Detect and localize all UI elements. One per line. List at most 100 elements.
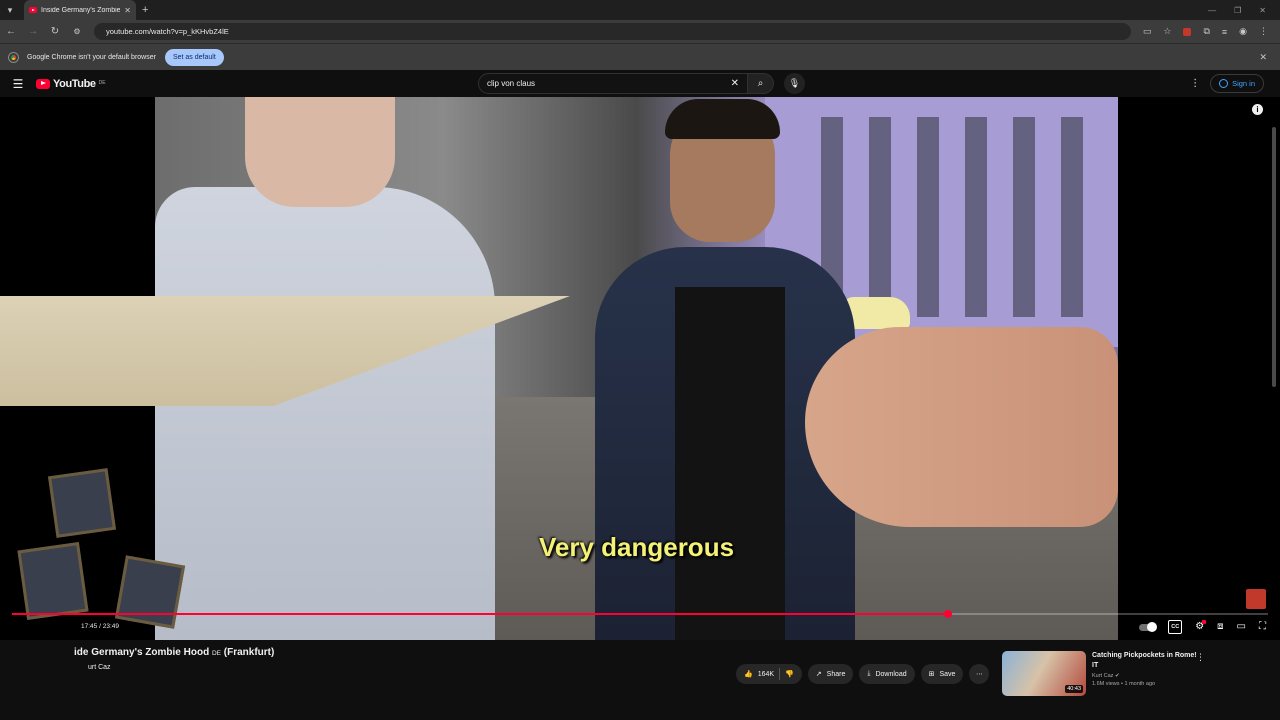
back-icon[interactable]: ← — [6, 26, 16, 37]
browser-tab[interactable]: Inside Germany's Zombie Hood ✕ — [24, 0, 136, 20]
profile-icon[interactable]: ◉ — [1239, 26, 1247, 37]
search-icon: ⌕ — [757, 78, 764, 89]
bookmark-star-icon[interactable]: ☆ — [1163, 26, 1171, 37]
toolbar-actions: ▭ ☆ ⧉ ≡ ◉ ⋮ — [1143, 26, 1274, 37]
more-actions-button[interactable]: ⋯ — [969, 664, 990, 684]
address-bar-url: youtube.com/watch?v=p_kKHvbZ4lE — [106, 27, 229, 36]
download-button[interactable]: ⤓ Download — [859, 664, 915, 684]
youtube-wordmark: YouTube — [53, 77, 96, 90]
sign-in-label: Sign in — [1232, 79, 1255, 88]
glitch-frame — [17, 542, 89, 620]
thumbs-up-icon: 👍 — [744, 671, 753, 678]
scene-pointing-hand — [805, 327, 1118, 527]
youtube-play-logo-icon — [36, 78, 50, 89]
browser-toolbar: ← → ↻ ⚙ youtube.com/watch?v=p_kKHvbZ4lE … — [0, 20, 1280, 43]
account-icon — [1219, 79, 1229, 88]
video-actions: 👍 164K 👎 ↗ Share ⤓ Download ⊞ Save ⋯ — [736, 664, 990, 684]
miniplayer-icon[interactable]: ⧈ — [1217, 621, 1223, 633]
download-icon: ⤓ — [867, 670, 871, 677]
video-title-text: ide Germany's Zombie Hood — [74, 647, 210, 658]
search-input[interactable] — [487, 79, 731, 88]
browser-tab-strip: ▾ Inside Germany's Zombie Hood ✕ + — ❐ ✕ — [0, 0, 1280, 20]
infobar-close-icon[interactable]: ✕ — [1259, 52, 1271, 63]
new-tab-icon[interactable]: + — [142, 4, 148, 16]
duration: 23:49 — [102, 623, 119, 630]
recommended-title-extra: IT — [1092, 662, 1099, 669]
guide-menu-icon[interactable]: ☰ — [0, 77, 36, 91]
tab-close-icon[interactable]: ✕ — [124, 6, 131, 15]
glitch-frame — [114, 555, 186, 629]
reload-icon[interactable]: ↻ — [50, 26, 60, 37]
recommended-menu-icon[interactable]: ⋮ — [1196, 652, 1205, 663]
chrome-menu-icon[interactable]: ⋮ — [1259, 26, 1268, 37]
tab-title: Inside Germany's Zombie Hood — [41, 6, 121, 14]
microphone-icon: 🎙 — [788, 78, 801, 88]
progress-scrubber[interactable] — [943, 610, 952, 618]
like-divider — [779, 668, 781, 680]
video-caption: Very dangerous — [538, 532, 735, 562]
tab-search-icon[interactable]: ▾ — [0, 0, 20, 20]
progress-bar[interactable] — [12, 610, 1268, 618]
settings-gear-icon[interactable]: ⚙ — [1195, 620, 1207, 633]
save-button[interactable]: ⊞ Save — [920, 664, 964, 684]
share-label: Share — [826, 670, 846, 678]
share-button[interactable]: ↗ Share — [807, 664, 854, 684]
channel-watermark[interactable] — [1246, 589, 1266, 609]
dislike-button[interactable]: 👎 — [785, 670, 794, 678]
scrollbar-thumb[interactable] — [1272, 127, 1276, 387]
settings-menu-icon[interactable]: ⋮ — [1190, 78, 1200, 89]
site-info-icon[interactable]: ⚙ — [72, 27, 82, 36]
search-bar: ✕ ⌕ 🎙 — [478, 73, 805, 94]
scene-person-center-shirt — [675, 287, 785, 640]
youtube-masthead: ☰ YouTube DE ✕ ⌕ 🎙 ⋮ Sign in — [0, 70, 1280, 97]
recommended-channel[interactable]: Kurt Caz ✔ — [1092, 673, 1212, 679]
restore-icon[interactable]: ❐ — [1234, 6, 1241, 15]
voice-search-button[interactable]: 🎙 — [784, 73, 805, 94]
recommended-meta: 1.6M views • 1 month ago — [1092, 681, 1156, 687]
recommended-channel-name: Kurt Caz — [1092, 673, 1114, 679]
autoplay-toggle[interactable] — [1139, 621, 1158, 632]
youtube-logo[interactable]: YouTube DE — [36, 78, 106, 90]
recommended-title[interactable]: Catching Pickpockets in Rome! IT — [1092, 651, 1212, 671]
like-button[interactable]: 👍 164K — [744, 670, 775, 679]
extensions-puzzle-icon[interactable]: ⧉ — [1203, 26, 1209, 37]
extension-icon[interactable] — [1183, 27, 1192, 36]
cast-icon[interactable]: ▭ — [1143, 26, 1152, 37]
video-info-icon[interactable]: i — [1252, 104, 1263, 115]
recommended-thumbnail[interactable]: 40:43 — [1002, 651, 1086, 696]
media-controls-icon[interactable]: ≡ — [1222, 27, 1227, 37]
player-controls-right: CC ⚙ ⧈ ▭ ⛶ — [1139, 620, 1266, 634]
download-label: Download — [875, 670, 907, 678]
infobar-message: Google Chrome isn't your default browser — [27, 53, 156, 61]
search-button[interactable]: ⌕ — [748, 73, 774, 94]
like-count: 164K — [757, 670, 775, 678]
country-code: DE — [98, 79, 106, 86]
video-title-suffix: (Frankfurt) — [223, 647, 275, 658]
minimize-icon[interactable]: — — [1208, 6, 1216, 15]
forward-icon[interactable]: → — [28, 26, 38, 37]
thumbs-down-icon: 👎 — [785, 671, 794, 678]
like-dislike-group: 👍 164K 👎 — [736, 664, 802, 684]
scene-person-center-hair — [665, 99, 780, 139]
masthead-actions: ⋮ Sign in — [1190, 74, 1264, 93]
theater-mode-icon[interactable]: ▭ — [1237, 621, 1246, 633]
set-as-default-button[interactable]: Set as default — [164, 48, 224, 66]
close-window-icon[interactable]: ✕ — [1259, 6, 1266, 15]
page-scrollbar[interactable] — [1272, 97, 1278, 697]
address-bar[interactable]: youtube.com/watch?v=p_kKHvbZ4lE — [94, 23, 1131, 40]
clear-search-icon[interactable]: ✕ — [731, 78, 739, 89]
current-time: 17:45 — [81, 623, 98, 630]
recommended-video[interactable]: 40:43 Catching Pickpockets in Rome! IT K… — [1002, 651, 1212, 696]
channel-name[interactable]: urt Caz — [88, 664, 111, 671]
save-icon: ⊞ — [928, 671, 935, 678]
youtube-favicon-icon — [29, 7, 37, 13]
search-box[interactable]: ✕ — [478, 73, 748, 94]
sign-in-button[interactable]: Sign in — [1210, 74, 1264, 93]
glitch-frame — [47, 468, 117, 538]
video-title-badge: DE — [211, 650, 221, 657]
progress-played — [12, 613, 948, 615]
fullscreen-icon[interactable]: ⛶ — [1259, 621, 1266, 633]
scene-person-left — [155, 187, 495, 640]
subtitles-icon[interactable]: CC — [1168, 620, 1183, 634]
recommended-title-text: Catching Pickpockets in Rome! — [1092, 652, 1197, 659]
